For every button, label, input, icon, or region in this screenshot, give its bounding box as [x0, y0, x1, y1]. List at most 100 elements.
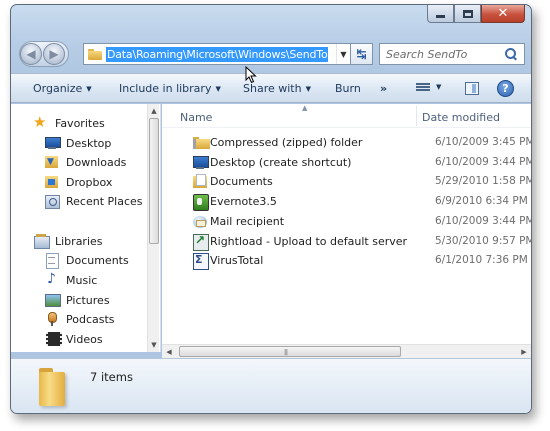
sidebar-item-label: Libraries	[55, 234, 103, 248]
column-header-name[interactable]: Name	[180, 111, 212, 124]
libraries-icon	[33, 233, 50, 249]
file-date: 6/9/2010 6:34 PM	[435, 195, 528, 207]
search-icon[interactable]	[504, 47, 517, 61]
sidebar-item-label: Documents	[66, 253, 129, 267]
evernote-icon	[192, 194, 209, 211]
scroll-up-icon[interactable]: ▲	[148, 104, 160, 118]
list-item[interactable]: Documents 5/29/2010 1:58 PM	[162, 172, 531, 191]
horizontal-scrollbar[interactable]: ◀ ||| ▶	[162, 344, 531, 358]
refresh-button[interactable]: ↹	[351, 43, 373, 65]
list-item[interactable]: Desktop (create shortcut) 6/10/2009 3:44…	[162, 153, 531, 172]
sidebar-item-label: Pictures	[66, 293, 110, 307]
sidebar-item-documents[interactable]: Documents	[44, 251, 129, 269]
column-header-date-modified[interactable]: Date modified	[422, 111, 500, 124]
dropdown-arrow-icon: ▼	[86, 85, 92, 93]
list-item[interactable]: Rightload - Upload to default server 5/3…	[162, 232, 531, 251]
maximize-button[interactable]	[454, 5, 481, 23]
back-button[interactable]: ◀	[20, 43, 42, 65]
preview-pane-icon[interactable]	[465, 82, 479, 95]
column-divider[interactable]	[416, 106, 417, 126]
burn-button[interactable]: Burn	[335, 82, 361, 95]
close-icon: ✕	[497, 6, 509, 21]
sidebar-item-desktop[interactable]: Desktop	[44, 134, 111, 152]
file-date: 6/10/2009 3:44 PM	[435, 215, 532, 227]
videos-icon	[44, 331, 62, 347]
sidebar-item-podcasts[interactable]: Podcasts	[44, 310, 115, 328]
dropdown-arrow-icon: ▼	[305, 85, 311, 93]
list-item[interactable]: Compressed (zipped) folder 6/10/2009 3:4…	[162, 133, 531, 152]
sidebar-item-music[interactable]: Music	[44, 271, 97, 289]
grip-icon: |||	[284, 349, 288, 356]
desktop-icon	[44, 135, 61, 151]
file-date: 5/29/2010 1:58 PM	[435, 175, 532, 187]
navigation-pane: Favorites Desktop Downloads Dropbox Rece…	[11, 104, 161, 352]
list-item[interactable]: Evernote3.5 6/9/2010 6:34 PM	[162, 192, 531, 211]
help-icon[interactable]: ?	[497, 80, 514, 97]
sidebar-item-dropbox[interactable]: Dropbox	[44, 173, 112, 191]
list-item[interactable]: VirusTotal 6/1/2010 7:36 PM	[162, 251, 531, 270]
file-date: 5/30/2010 9:57 PM	[435, 235, 532, 247]
folder-icon	[37, 368, 71, 408]
sidebar-item-libraries[interactable]: Libraries	[33, 232, 103, 250]
file-name: Rightload - Upload to default server	[210, 235, 408, 248]
file-name: Desktop (create shortcut)	[210, 156, 352, 169]
column-header-row: ▲ Name Date modified	[162, 104, 531, 128]
sidebar-item-label: Dropbox	[66, 175, 113, 189]
sidebar-item-label: Podcasts	[66, 312, 115, 326]
podcasts-icon	[44, 311, 60, 327]
sidebar-item-recent-places[interactable]: Recent Places	[44, 192, 143, 210]
folder-icon	[88, 48, 102, 60]
include-in-library-label: Include in library	[119, 82, 212, 95]
search-box	[379, 43, 525, 65]
command-bar: Organize ▼ Include in library ▼ Share with…	[11, 73, 531, 103]
forward-arrow-icon: ▶	[49, 47, 59, 61]
music-icon	[44, 271, 60, 288]
sidebar-item-label: Videos	[66, 332, 103, 346]
address-bar[interactable]: Data\Roaming\Microsoft\Windows\SendTo ▼	[83, 43, 351, 65]
refresh-icon: ↹	[356, 47, 367, 61]
scroll-down-icon[interactable]: ▼	[148, 338, 160, 352]
sidebar-item-pictures[interactable]: Pictures	[44, 291, 110, 309]
zip-folder-icon	[192, 135, 210, 150]
documents-icon	[44, 252, 60, 269]
minimize-button[interactable]	[427, 5, 454, 23]
close-button[interactable]: ✕	[481, 5, 525, 23]
more-commands-button[interactable]: »	[380, 82, 387, 95]
organize-label: Organize	[33, 82, 83, 95]
organize-button[interactable]: Organize ▼	[33, 82, 92, 95]
file-list: ▲ Name Date modified Compressed (zipped)…	[162, 104, 531, 352]
sidebar-item-label: Downloads	[66, 155, 127, 169]
recent-places-icon	[44, 193, 60, 209]
dropdown-arrow-icon: ▼	[215, 85, 221, 93]
file-name: Compressed (zipped) folder	[210, 136, 363, 149]
downloads-folder-icon	[44, 154, 60, 170]
list-item[interactable]: Mail recipient 6/10/2009 3:44 PM	[162, 212, 531, 231]
sidebar-item-favorites[interactable]: Favorites	[33, 113, 105, 132]
scroll-thumb[interactable]: |||	[179, 346, 401, 357]
scroll-left-icon[interactable]: ◀	[162, 345, 176, 359]
sort-arrow-icon: ▲	[302, 104, 308, 112]
view-options-chevron-icon[interactable]: ▼	[436, 83, 441, 91]
star-icon	[33, 113, 49, 131]
maximize-icon	[462, 9, 473, 18]
scroll-right-icon[interactable]: ▶	[517, 345, 531, 359]
sidebar-item-videos[interactable]: Videos	[44, 330, 103, 348]
rightload-icon	[192, 233, 209, 251]
sidebar-item-downloads[interactable]: Downloads	[44, 153, 126, 171]
sidebar-item-label: Desktop	[66, 136, 112, 150]
pictures-icon	[44, 292, 61, 308]
navigation-scrollbar[interactable]: ▲ ▼	[147, 104, 159, 352]
sidebar-item-label: Music	[66, 273, 98, 287]
file-name: VirusTotal	[210, 254, 264, 267]
search-input[interactable]	[386, 47, 504, 61]
change-view-icon[interactable]	[416, 83, 430, 94]
caption-buttons: ✕	[427, 5, 525, 23]
include-in-library-button[interactable]: Include in library ▼	[119, 82, 221, 95]
address-path[interactable]: Data\Roaming\Microsoft\Windows\SendTo	[106, 46, 329, 62]
desktop-shortcut-icon	[192, 155, 209, 170]
chevron-down-icon: ▼	[340, 49, 347, 59]
forward-button[interactable]: ▶	[43, 43, 65, 65]
address-dropdown-button[interactable]: ▼	[336, 44, 350, 64]
scroll-thumb[interactable]	[149, 118, 159, 244]
file-date: 6/1/2010 7:36 PM	[435, 254, 528, 266]
